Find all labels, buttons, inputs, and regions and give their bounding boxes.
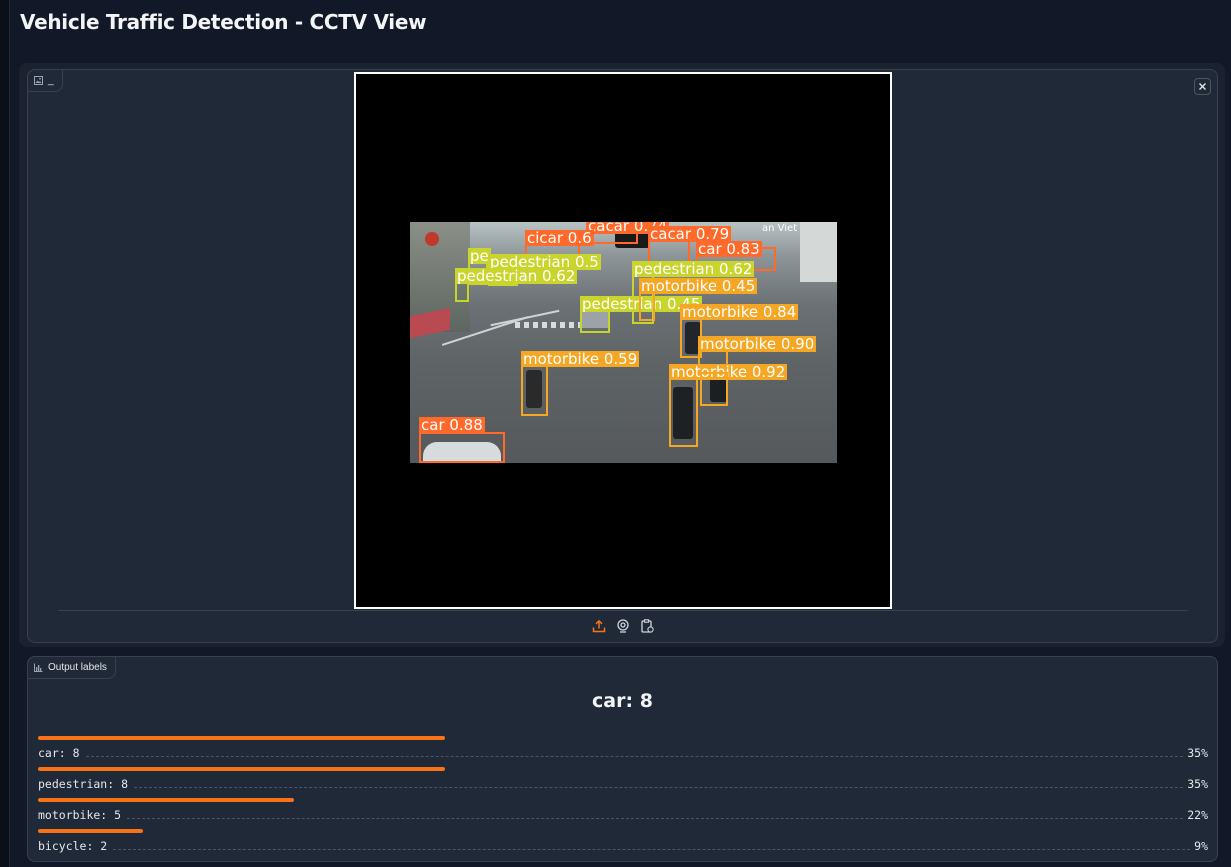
- upload-icon[interactable]: [591, 618, 607, 634]
- confidence-bar: [38, 829, 143, 833]
- confidence-label: car: 8: [38, 746, 80, 760]
- confidence-row[interactable]: car: 8 35%: [38, 736, 1208, 767]
- source-selector: [591, 618, 655, 634]
- output-labels-panel: Output labels car: 8 car: 8 35% pedestri…: [27, 656, 1218, 862]
- confidence-bar: [38, 767, 445, 771]
- webcam-icon[interactable]: [615, 618, 631, 634]
- image-icon: [34, 76, 43, 85]
- confidence-percent: 35%: [1187, 746, 1208, 760]
- confidence-row[interactable]: bicycle: 2 9%: [38, 829, 1208, 860]
- no-entry-sign: [425, 232, 439, 246]
- detection-label: cicar 0.6: [525, 229, 594, 247]
- detection-label: car 0.83: [696, 240, 762, 258]
- detection-label: motorbike 0.84: [680, 303, 799, 321]
- image-viewer[interactable]: an Viet cacar 0.74 cicar 0.6 cacar 0.79 …: [354, 72, 892, 609]
- image-panel-tag-label: _: [48, 75, 54, 86]
- bar-chart-icon: [34, 663, 43, 672]
- confidence-text: pedestrian: 8 35%: [38, 775, 1208, 791]
- confidence-row[interactable]: motorbike: 5 22%: [38, 798, 1208, 829]
- roadside-building: [800, 222, 837, 282]
- confidence-label: pedestrian: 8: [38, 777, 129, 791]
- clear-button[interactable]: [1194, 78, 1211, 95]
- confidence-label: bicycle: 2: [38, 839, 108, 853]
- close-icon: [1198, 78, 1207, 96]
- confidence-bar: [38, 736, 445, 740]
- detection-label: motorbike 0.59: [521, 350, 640, 368]
- confidence-bar: [38, 798, 294, 802]
- labels-panel-tag-label: Output labels: [48, 662, 107, 673]
- confidence-text: bicycle: 2 9%: [38, 837, 1208, 853]
- confidence-percent: 22%: [1187, 808, 1208, 822]
- confidence-text: motorbike: 5 22%: [38, 806, 1208, 822]
- detection-box-motorbike: [521, 364, 548, 416]
- labels-panel-tag: Output labels: [27, 656, 116, 679]
- detection-label: motorbike 0.92: [669, 363, 788, 381]
- detection-box-motorbike: [700, 372, 728, 406]
- top-predicted-label: car: 8: [592, 690, 653, 712]
- dotted-leader: [127, 818, 1184, 819]
- detection-label: motorbike 0.45: [639, 277, 758, 295]
- image-output-panel: _ an Viet cacar 0.74 cicar 0.6 cacar 0.7…: [27, 69, 1218, 643]
- app-title: Vehicle Traffic Detection - CCTV View: [20, 10, 427, 34]
- detection-box-motorbike: [669, 377, 698, 447]
- detection-box-car: [419, 432, 505, 463]
- confidence-row[interactable]: pedestrian: 8 35%: [38, 767, 1208, 798]
- confidence-text: car: 8 35%: [38, 744, 1208, 760]
- detection-label: pedestrian 0.62: [632, 260, 755, 278]
- detection-label: motorbike 0.90: [698, 335, 817, 353]
- confidence-percent: 35%: [1187, 777, 1208, 791]
- dotted-leader: [134, 787, 1184, 788]
- confidence-percent: 9%: [1194, 839, 1208, 853]
- dotted-leader: [85, 756, 1184, 757]
- clipboard-icon[interactable]: [639, 618, 655, 634]
- dotted-leader: [113, 849, 1191, 850]
- detection-label: car 0.88: [419, 416, 485, 434]
- detection-result-image: an Viet cacar 0.74 cicar 0.6 cacar 0.79 …: [410, 222, 837, 463]
- image-panel-tag: _: [27, 69, 63, 92]
- detection-label: pedestrian 0.62: [455, 267, 578, 285]
- source-divider: [58, 610, 1188, 611]
- confidence-label: motorbike: 5: [38, 808, 122, 822]
- watermark-text: an Viet: [762, 223, 798, 234]
